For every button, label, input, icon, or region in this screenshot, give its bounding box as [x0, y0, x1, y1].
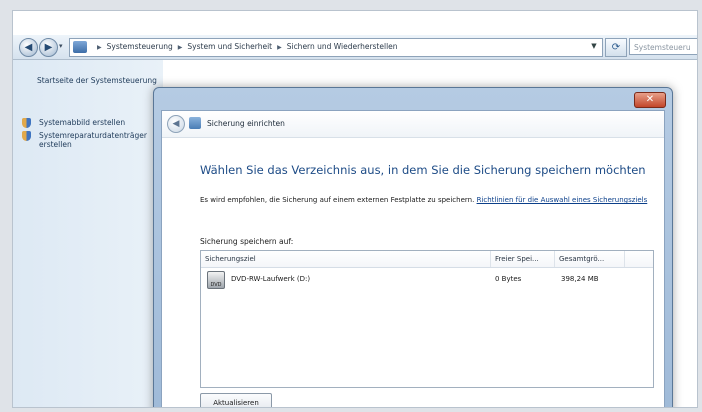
recommendation-sentence: Es wird empfohlen, die Sicherung auf ein… [200, 196, 475, 204]
close-icon: ✕ [645, 94, 655, 105]
save-location-label: Sicherung speichern auf: [200, 237, 294, 246]
dialog-back-button[interactable]: ◀ [167, 115, 185, 133]
dialog-content: ◀ Sicherung einrichten Wählen Sie das Ve… [161, 110, 665, 407]
arrow-left-icon: ◀ [172, 119, 180, 129]
main-instruction: Wählen Sie das Verzeichnis aus, in dem S… [200, 163, 646, 177]
close-button[interactable]: ✕ [634, 92, 666, 108]
column-header-total-size[interactable]: Gesamtgrö... [555, 251, 625, 267]
breadcrumb-separator-icon: ▶ [177, 44, 183, 51]
tasks-sidebar: Startseite der Systemsteuerung Systemabb… [13, 60, 163, 407]
guidelines-link[interactable]: Richtlinien für die Auswahl eines Sicher… [477, 196, 648, 204]
control-panel-icon [73, 41, 87, 53]
setup-backup-dialog: ✕ ◀ Sicherung einrichten Wählen Sie das … [153, 87, 673, 407]
shield-icon [22, 131, 31, 141]
address-bar: ◀ ▶ ▾ ▶ Systemsteuerung ▶ System und Sicher… [13, 35, 697, 60]
backup-destination-list[interactable]: Sicherungsziel Freier Spei... Gesamtgrö.… [200, 250, 654, 388]
breadcrumb-separator-icon: ▶ [277, 44, 282, 51]
backup-icon [189, 117, 201, 129]
arrow-right-icon: ▶ [44, 42, 53, 53]
list-header: Sicherungsziel Freier Spei... Gesamtgrö.… [201, 251, 653, 268]
dialog-title: Sicherung einrichten [207, 119, 285, 128]
address-dropdown-icon[interactable]: ▼ [588, 40, 600, 53]
refresh-icon: ⟳ [611, 42, 621, 53]
column-header-free-space[interactable]: Freier Spei... [491, 251, 555, 267]
back-button[interactable]: ◀ [19, 38, 38, 57]
refresh-button[interactable]: ⟳ [605, 38, 627, 57]
control-panel-home-link[interactable]: Startseite der Systemsteuerung [37, 76, 157, 85]
dialog-header: ◀ Sicherung einrichten [162, 111, 664, 138]
arrow-left-icon: ◀ [24, 42, 33, 53]
breadcrumb: ▶ Systemsteuerung ▶ System und Sicherheit ▶ S… [92, 42, 398, 51]
destination-name: DVD-RW-Laufwerk (D:) [231, 275, 311, 283]
address-field[interactable]: ▶ Systemsteuerung ▶ System und Sicherheit ▶ S… [69, 38, 603, 57]
breadcrumb-item-control-panel[interactable]: Systemsteuerung [107, 42, 173, 51]
breadcrumb-separator-icon: ▶ [97, 44, 102, 51]
forward-button[interactable]: ▶ [39, 38, 58, 57]
explorer-window: ◀ ▶ ▾ ▶ Systemsteuerung ▶ System und Sicher… [12, 10, 698, 408]
recent-pages-dropdown-icon[interactable]: ▾ [59, 42, 63, 50]
dvd-drive-icon: DVD [207, 271, 225, 289]
search-input[interactable]: Systemsteueru [629, 38, 697, 55]
free-space-value: 0 Bytes [495, 275, 522, 283]
shield-icon [22, 118, 31, 128]
breadcrumb-item-system-security[interactable]: System und Sicherheit [187, 42, 272, 51]
sidebar-item-create-repair-disc[interactable]: Systemreparaturdatenträger erstellen [39, 131, 157, 149]
table-row[interactable]: DVD DVD-RW-Laufwerk (D:) 0 Bytes 398,24 … [201, 269, 653, 293]
breadcrumb-item-backup-restore[interactable]: Sichern und Wiederherstellen [287, 42, 398, 51]
recommendation-text: Es wird empfohlen, die Sicherung auf ein… [200, 195, 655, 205]
column-header-destination[interactable]: Sicherungsziel [201, 251, 491, 267]
sidebar-item-create-system-image[interactable]: Systemabbild erstellen [39, 118, 159, 127]
refresh-list-button[interactable]: Aktualisieren [200, 393, 272, 407]
total-size-value: 398,24 MB [561, 275, 599, 283]
